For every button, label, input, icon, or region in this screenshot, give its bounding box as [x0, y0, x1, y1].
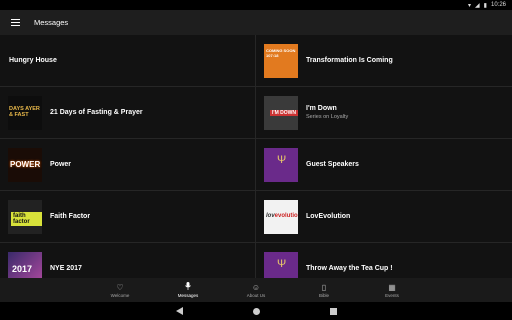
- item-subtitle: Series on Loyalty: [306, 114, 349, 120]
- series-thumbnail: lovevolution: [264, 199, 298, 234]
- menu-button[interactable]: [0, 10, 30, 35]
- nav-bible[interactable]: ▯ Bible: [290, 278, 358, 302]
- message-list: Hungry House COMING SOON 107:18 Transfor…: [0, 35, 512, 278]
- home-icon[interactable]: [252, 307, 260, 315]
- item-title: LovEvolution: [306, 213, 351, 220]
- smiley-icon: ☺: [251, 282, 261, 292]
- series-thumbnail: faith factor: [8, 199, 42, 234]
- nav-about-us[interactable]: ☺ About Us: [222, 278, 290, 302]
- calendar-icon: ▦: [388, 282, 396, 292]
- list-item[interactable]: Hungry House: [0, 35, 256, 87]
- bottom-navigation: ♡ Welcome Messages ☺ About Us ▯ Bible ▦ …: [0, 278, 512, 302]
- list-item[interactable]: POWER Power: [0, 139, 256, 191]
- list-item[interactable]: Ψ Guest Speakers: [256, 139, 512, 191]
- item-title: I'm Down: [306, 105, 337, 112]
- item-title: 21 Days of Fasting & Prayer: [50, 109, 143, 116]
- series-thumbnail: I'M DOWN: [264, 95, 298, 130]
- nav-events[interactable]: ▦ Events: [358, 278, 426, 302]
- nav-messages[interactable]: Messages: [154, 278, 222, 302]
- list-item[interactable]: I'M DOWN I'm Down Series on Loyalty: [256, 87, 512, 139]
- item-title: Faith Factor: [50, 213, 91, 220]
- system-navigation-bar: [0, 302, 512, 320]
- recents-icon[interactable]: [329, 307, 337, 315]
- list-item[interactable]: lovevolution LovEvolution: [256, 191, 512, 243]
- trident-logo: Ψ: [277, 153, 287, 166]
- list-item[interactable]: DAYS AYER & FAST 21 Days of Fasting & Pr…: [0, 87, 256, 139]
- back-icon[interactable]: [175, 307, 183, 315]
- list-item[interactable]: 2017 NYE 2017: [0, 243, 256, 278]
- nav-welcome[interactable]: ♡ Welcome: [86, 278, 154, 302]
- signal-icon: ◢: [475, 2, 480, 9]
- hamburger-icon: [10, 19, 20, 26]
- app-bar: Messages: [0, 10, 512, 35]
- item-title: Guest Speakers: [306, 161, 359, 168]
- item-title: Transformation Is Coming: [306, 57, 393, 64]
- heart-icon: ♡: [116, 282, 124, 292]
- item-title: NYE 2017: [50, 265, 82, 272]
- series-thumbnail: Ψ: [264, 251, 298, 278]
- list-item[interactable]: Ψ Throw Away the Tea Cup !: [256, 243, 512, 278]
- series-thumbnail: 2017: [8, 251, 42, 278]
- series-thumbnail: Ψ: [264, 147, 298, 182]
- list-item[interactable]: COMING SOON 107:18 Transformation Is Com…: [256, 35, 512, 87]
- trident-logo: Ψ: [277, 257, 287, 270]
- battery-icon: ▮: [483, 2, 487, 9]
- item-title: Hungry House: [9, 57, 57, 64]
- series-thumbnail: POWER: [8, 147, 42, 182]
- series-thumbnail: COMING SOON 107:18: [264, 43, 298, 78]
- wifi-icon: ▾: [468, 2, 472, 9]
- item-title: Power: [50, 161, 72, 168]
- list-item[interactable]: faith factor Faith Factor: [0, 191, 256, 243]
- series-thumbnail: DAYS AYER & FAST: [8, 95, 42, 130]
- microphone-icon: [185, 282, 191, 292]
- page-title: Messages: [34, 18, 69, 27]
- item-title: Throw Away the Tea Cup !: [306, 265, 393, 272]
- book-icon: ▯: [321, 282, 327, 292]
- status-bar: ▾ ◢ ▮ 10:26: [0, 0, 512, 10]
- clock: 10:26: [490, 2, 506, 8]
